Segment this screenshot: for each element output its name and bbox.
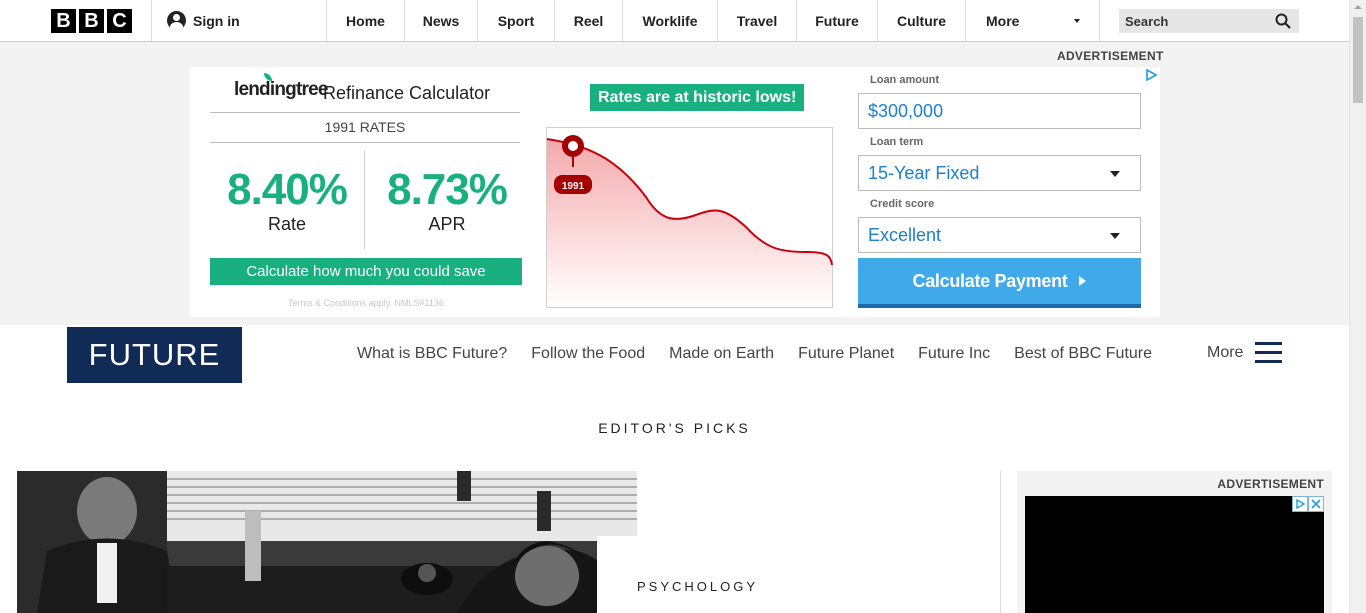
play-arrow-icon xyxy=(1079,276,1087,286)
nav-item-sport[interactable]: Sport xyxy=(477,0,554,41)
ad-choices-icon[interactable] xyxy=(1145,69,1157,81)
sign-in-link[interactable]: Sign in xyxy=(167,11,240,30)
credit-score-label: Credit score xyxy=(870,198,935,210)
photo-overlay xyxy=(597,536,637,613)
ad-choices-icon[interactable] xyxy=(1292,496,1308,512)
scrollbar-thumb[interactable] xyxy=(1353,17,1363,103)
editors-picks-heading: EDITOR'S PICKS xyxy=(598,420,751,436)
rates-trend-chart: 1991 xyxy=(546,127,833,308)
nav-divider xyxy=(151,0,152,41)
bbc-nav-links: Home News Sport Reel Worklife Travel Fut… xyxy=(326,0,1100,41)
future-nav-made-on-earth[interactable]: Made on Earth xyxy=(669,345,774,363)
bbc-logo-letter: C xyxy=(107,9,132,33)
page-scrollbar[interactable] xyxy=(1349,0,1366,613)
future-more-menu[interactable]: More xyxy=(1207,342,1283,363)
nav-item-reel[interactable]: Reel xyxy=(554,0,622,41)
user-avatar-icon xyxy=(167,11,186,30)
advertisement-label: ADVERTISEMENT xyxy=(1057,49,1164,63)
credit-score-value: Excellent xyxy=(868,224,942,245)
search-box xyxy=(1119,9,1299,33)
divider xyxy=(364,151,365,249)
calculate-payment-button[interactable]: Calculate Payment xyxy=(858,258,1141,308)
future-nav-future-inc[interactable]: Future Inc xyxy=(918,345,990,363)
marker-year-label: 1991 xyxy=(562,181,585,192)
article-photo[interactable] xyxy=(17,471,637,613)
loan-amount-input[interactable]: $300,000 xyxy=(858,93,1141,129)
ad-title: Refinance Calculator xyxy=(323,83,491,103)
future-nav-what-is-bbc-future[interactable]: What is BBC Future? xyxy=(357,345,507,363)
divider xyxy=(210,142,520,143)
calculate-savings-button[interactable]: Calculate how much you could save xyxy=(210,258,522,285)
lendingtree-ad[interactable]: lendingtree Refinance Calculator 1991 RA… xyxy=(190,67,1160,317)
bbc-logo[interactable]: B B C xyxy=(51,9,132,33)
future-logo[interactable]: FUTURE xyxy=(67,327,242,383)
search-input[interactable] xyxy=(1125,13,1265,29)
nav-item-travel[interactable]: Travel xyxy=(717,0,796,41)
loan-term-label: Loan term xyxy=(870,136,924,148)
nav-item-home[interactable]: Home xyxy=(326,0,404,41)
nav-item-future[interactable]: Future xyxy=(796,0,877,41)
apr-value: 8.73% xyxy=(387,165,508,214)
nav-item-culture[interactable]: Culture xyxy=(877,0,965,41)
hamburger-menu-icon xyxy=(1255,342,1283,363)
close-icon[interactable] xyxy=(1308,496,1324,512)
side-advertisement: ADVERTISEMENT xyxy=(1017,471,1332,613)
apr-label: APR xyxy=(428,214,466,234)
ad-controls xyxy=(1292,496,1324,512)
rate-value: 8.40% xyxy=(227,165,348,214)
future-nav: What is BBC Future? Follow the Food Made… xyxy=(357,345,1152,363)
rate-block: 8.40% Rate xyxy=(210,168,364,235)
apr-block: 8.73% APR xyxy=(370,168,524,235)
chevron-down-icon xyxy=(1074,19,1080,23)
side-advertisement-label: ADVERTISEMENT xyxy=(1217,477,1324,491)
future-section: FUTURE What is BBC Future? Follow the Fo… xyxy=(0,325,1349,613)
nav-item-news[interactable]: News xyxy=(404,0,477,41)
article-category[interactable]: PSYCHOLOGY xyxy=(637,579,758,594)
bbc-logo-letter: B xyxy=(79,9,104,33)
bbc-top-nav: B B C Sign in Home News Sport Reel Workl… xyxy=(0,0,1349,42)
column-divider xyxy=(1000,471,1001,613)
pin-center xyxy=(568,141,578,151)
terms-text: Terms & Conditions apply. NMLS#1136 xyxy=(288,298,444,308)
future-nav-future-planet[interactable]: Future Planet xyxy=(798,345,894,363)
nav-item-worklife[interactable]: Worklife xyxy=(622,0,717,41)
divider xyxy=(210,112,520,113)
lendingtree-logo: lendingtree xyxy=(234,73,328,101)
historic-lows-badge: Rates are at historic lows! xyxy=(590,84,805,111)
bbc-logo-letter: B xyxy=(51,9,76,33)
future-nav-best-of-bbc-future[interactable]: Best of BBC Future xyxy=(1014,345,1152,363)
credit-score-select[interactable]: Excellent xyxy=(858,217,1141,253)
loan-term-select[interactable]: 15-Year Fixed xyxy=(858,155,1141,191)
nav-more-dropdown[interactable]: More xyxy=(965,0,1100,41)
future-nav-follow-the-food[interactable]: Follow the Food xyxy=(531,345,645,363)
loan-amount-label: Loan amount xyxy=(870,74,940,86)
sign-in-label: Sign in xyxy=(193,12,240,29)
rate-label: Rate xyxy=(267,214,307,234)
brand-name: lendingtree xyxy=(234,79,328,100)
calculate-payment-label: Calculate Payment xyxy=(912,270,1068,291)
search-icon[interactable] xyxy=(1275,13,1291,29)
nav-more-label: More xyxy=(986,12,1020,29)
scroll-up-arrow-icon[interactable] xyxy=(1354,5,1362,9)
loan-term-value: 15-Year Fixed xyxy=(868,162,980,183)
dropdown-arrow-icon xyxy=(1110,171,1120,177)
dropdown-arrow-icon xyxy=(1110,233,1120,239)
rates-year: 1991 RATES xyxy=(324,119,406,135)
vintage-office-photo-image xyxy=(17,471,637,613)
future-more-label: More xyxy=(1207,343,1244,361)
video-ad[interactable] xyxy=(1025,496,1324,613)
